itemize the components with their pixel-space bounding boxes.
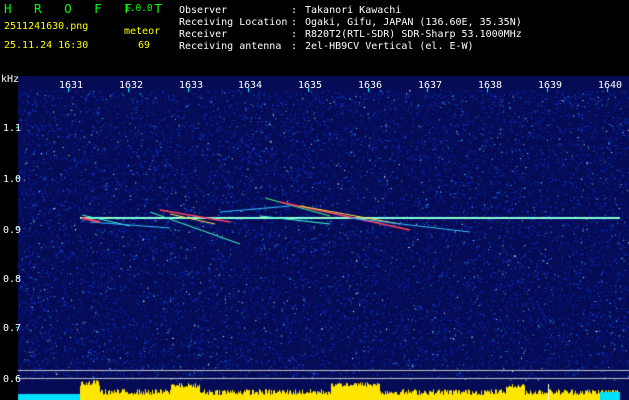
freq-tick-label: 1.0: [3, 174, 22, 185]
meteor-count: 69: [138, 40, 151, 51]
time-tick-label: 1637: [418, 80, 443, 91]
freq-tick-label: 1.1: [3, 123, 22, 134]
observer-value: Takanori Kawachi: [305, 5, 402, 16]
location-label: Receiving Location: [179, 17, 288, 28]
time-tick-label: 1640: [598, 80, 623, 91]
antenna-label: Receiving antenna: [179, 41, 282, 52]
location-value: Ogaki, Gifu, JAPAN (136.60E, 35.35N): [305, 17, 522, 28]
antenna-value: 2el-HB9CV Vertical (el. E-W): [305, 41, 474, 52]
freq-tick-label: 0.8: [3, 274, 22, 285]
freq-tick-label: 0.7: [3, 323, 22, 334]
mode-label: meteor: [124, 26, 161, 37]
date-time: 25.11.24 16:30: [4, 40, 89, 51]
time-tick-label: 1635: [298, 80, 323, 91]
time-tick-label: 1631: [59, 80, 84, 91]
receiver-colon: :: [291, 29, 298, 40]
receiver-label: Receiver: [179, 29, 228, 40]
spectrogram: [0, 76, 629, 400]
freq-tick-label: 0.6: [3, 374, 22, 385]
receiver-value: R820T2(RTL-SDR) SDR-Sharp 53.1000MHz: [305, 29, 522, 40]
observer-colon: :: [291, 5, 298, 16]
time-tick-label: 1638: [478, 80, 503, 91]
time-tick-label: 1632: [119, 80, 144, 91]
time-tick-label: 1633: [179, 80, 204, 91]
observer-label: Observer: [179, 5, 228, 16]
time-tick-label: 1634: [238, 80, 263, 91]
time-tick-label: 1636: [358, 80, 383, 91]
time-tick-label: 1639: [538, 80, 563, 91]
app-version: 1.0.0: [124, 3, 153, 14]
file-name: 2511241630.png: [4, 21, 89, 32]
location-colon: :: [291, 17, 298, 28]
freq-tick-label: 0.9: [3, 225, 22, 236]
freq-unit-label: kHz: [1, 74, 20, 85]
antenna-colon: :: [291, 41, 298, 52]
